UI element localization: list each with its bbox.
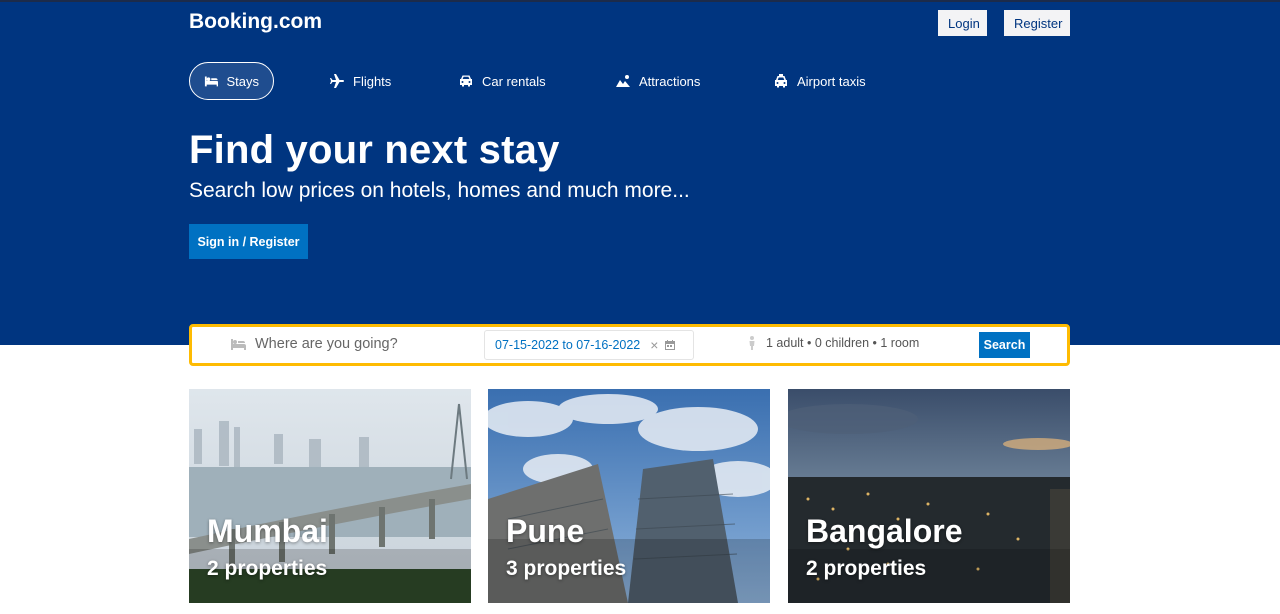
signin-register-button[interactable]: Sign in / Register [189, 224, 308, 259]
site-logo[interactable]: Booking.com [189, 10, 322, 34]
page-subtitle: Search low prices on hotels, homes and m… [189, 179, 690, 202]
bed-icon [231, 339, 246, 350]
attractions-icon [616, 75, 630, 87]
plane-icon [330, 74, 344, 88]
nav-item-label: Stays [226, 73, 259, 89]
nav-item-attractions[interactable]: Attractions [615, 62, 700, 100]
destination-input[interactable] [255, 336, 475, 352]
property-count: 3 properties [506, 557, 627, 580]
nav-item-flights[interactable]: Flights [329, 62, 391, 100]
calendar-icon[interactable] [664, 339, 676, 351]
nav-item-airport-taxis[interactable]: Airport taxis [773, 62, 866, 100]
login-button[interactable]: Login [938, 10, 987, 36]
city-card-bangalore[interactable]: Bangalore 2 properties [788, 389, 1070, 603]
clear-dates-icon[interactable]: × [650, 337, 658, 353]
taxi-icon [775, 74, 787, 88]
register-button[interactable]: Register [1004, 10, 1070, 36]
nav-item-stays[interactable]: Stays [189, 62, 274, 100]
destination-field[interactable] [230, 336, 475, 352]
page-title: Find your next stay [189, 128, 560, 172]
date-range-field[interactable]: 07-15-2022 to 07-16-2022 × [484, 330, 694, 360]
nav-item-label: Attractions [639, 73, 701, 89]
city-card-mumbai[interactable]: Mumbai 2 properties [189, 389, 471, 603]
nav-item-car-rentals[interactable]: Car rentals [458, 62, 546, 100]
car-icon [460, 75, 472, 87]
nav-item-label: Airport taxis [797, 73, 866, 89]
city-card-pune[interactable]: Pune 3 properties [488, 389, 770, 603]
property-count: 2 properties [207, 557, 328, 580]
nav-item-label: Flights [353, 73, 392, 89]
guests-value: 1 adult • 0 children • 1 room [766, 336, 920, 350]
hero-banner [0, 2, 1280, 345]
property-count: 2 properties [806, 557, 927, 580]
bed-icon [204, 76, 219, 87]
search-bar: 07-15-2022 to 07-16-2022 × 1 adult • 0 c… [189, 324, 1070, 366]
city-name: Mumbai [207, 513, 328, 549]
guests-field[interactable]: 1 adult • 0 children • 1 room [746, 336, 919, 350]
date-range-value: 07-15-2022 to 07-16-2022 [495, 338, 641, 352]
search-button[interactable]: Search [979, 332, 1030, 358]
city-name: Pune [506, 513, 585, 549]
product-nav: Stays Flights Car rentals Attractions Ai… [0, 62, 1280, 100]
city-name: Bangalore [806, 513, 963, 549]
person-icon [749, 336, 755, 350]
nav-item-label: Car rentals [482, 73, 546, 89]
